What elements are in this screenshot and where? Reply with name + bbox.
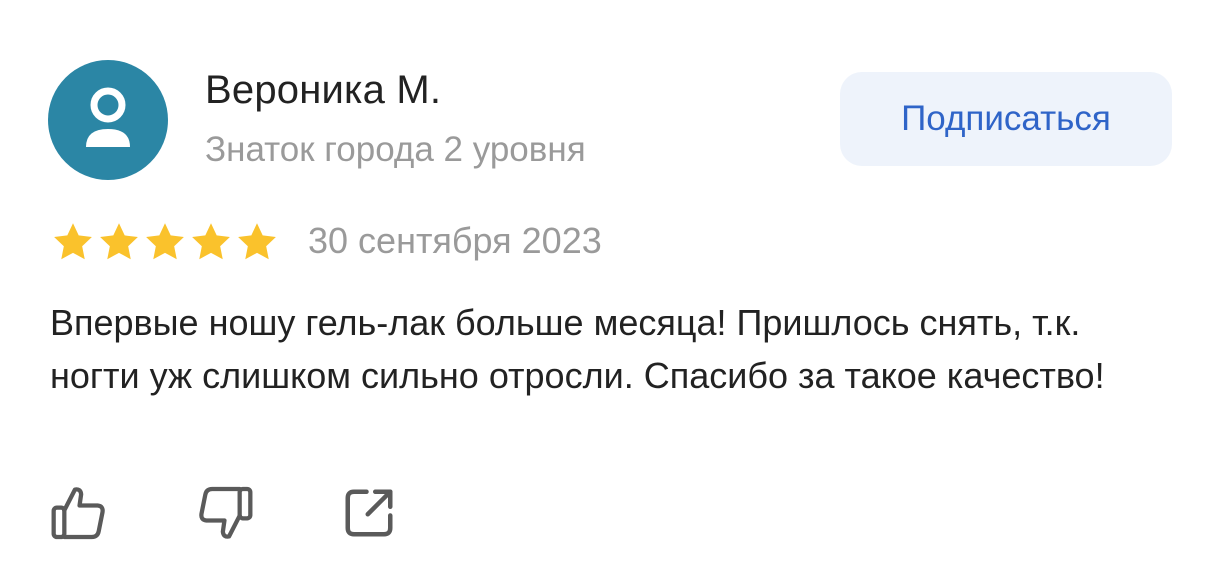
star-icon	[54, 223, 92, 260]
author-name[interactable]: Вероника М.	[205, 66, 441, 114]
review-card: Вероника М. Знаток города 2 уровня Подпи…	[0, 0, 1220, 576]
dislike-button[interactable]	[190, 478, 260, 548]
thumbs-down-icon	[199, 486, 253, 539]
review-date: 30 сентября 2023	[308, 220, 602, 261]
thumbs-up-icon	[51, 487, 105, 540]
star-rating	[50, 220, 280, 264]
star-icon	[192, 223, 230, 260]
author-level: Знаток города 2 уровня	[205, 130, 586, 169]
star-icon	[100, 223, 138, 260]
star-icon	[146, 223, 184, 260]
user-silhouette-icon	[86, 87, 130, 147]
star-icon	[238, 223, 276, 260]
share-button[interactable]	[334, 478, 404, 548]
share-icon	[345, 489, 393, 537]
avatar[interactable]	[48, 60, 168, 180]
review-text: Впервые ношу гель-лак больше месяца! При…	[50, 302, 1105, 396]
subscribe-button[interactable]: Подписаться	[840, 72, 1172, 166]
like-button[interactable]	[44, 478, 114, 548]
